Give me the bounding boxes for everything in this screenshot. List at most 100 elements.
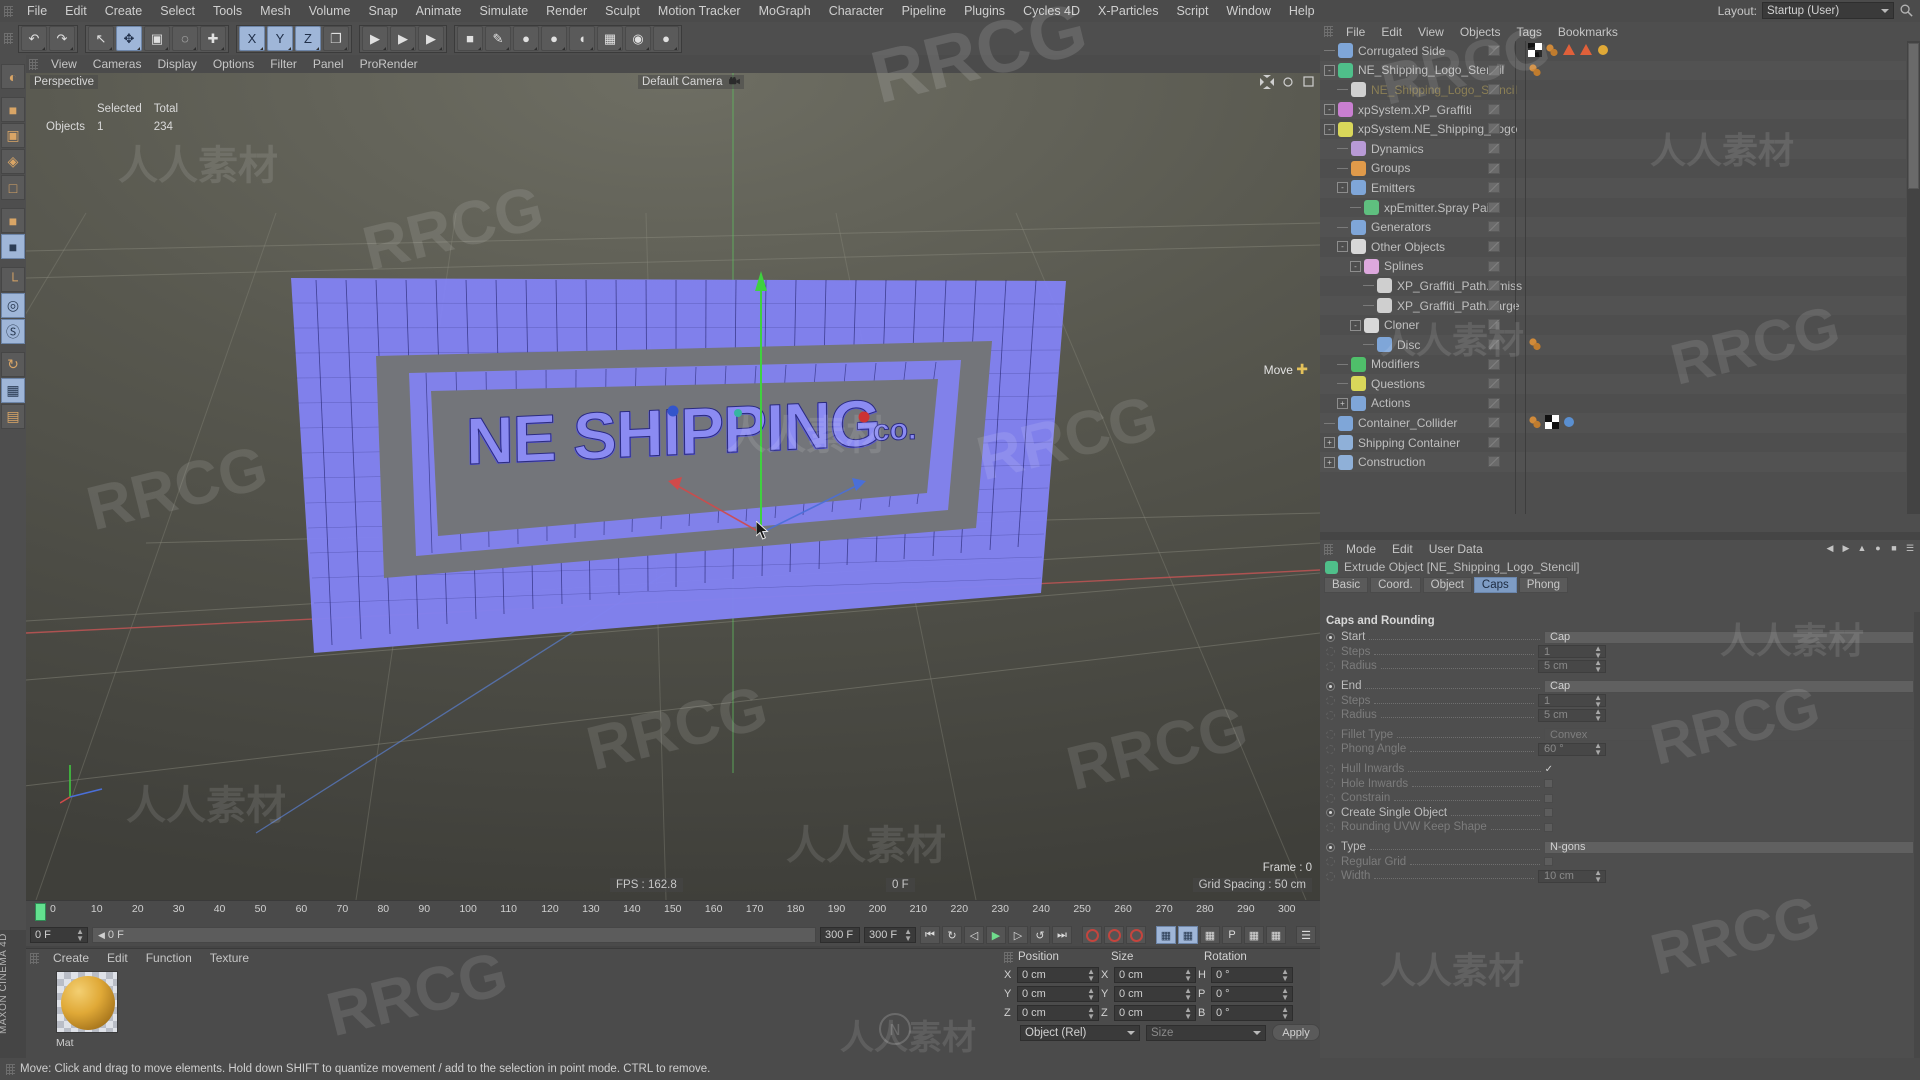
size-y-field[interactable]: 0 cm ▲ ▼ [1114, 985, 1196, 1002]
nav-up-icon[interactable]: ▲ [1856, 542, 1868, 554]
scrollbar-thumb[interactable] [1908, 43, 1919, 189]
size-mode-combo[interactable]: Size [1146, 1024, 1266, 1041]
deformer-tag[interactable] [1562, 43, 1576, 57]
array-icon[interactable]: ● [541, 26, 567, 51]
viewport-menu-item-options[interactable]: Options [205, 56, 262, 72]
spinner-icon[interactable]: ▲ ▼ [904, 928, 912, 943]
size-z-field[interactable]: 0 cm ▲ ▼ [1114, 1004, 1196, 1021]
viewport-menu-item-filter[interactable]: Filter [262, 56, 305, 72]
object-row[interactable]: + Actions [1320, 394, 1906, 414]
object-editor-visibility-toggle[interactable] [1488, 162, 1500, 174]
material-swatch[interactable] [56, 971, 118, 1033]
y-axis-icon[interactable]: Y [267, 26, 293, 51]
xpresso-tag[interactable] [1545, 43, 1559, 57]
menu-item-file[interactable]: File [18, 2, 56, 20]
dropdown-corner-icon[interactable] [260, 47, 263, 50]
material-tag[interactable] [1596, 43, 1610, 57]
dropdown-corner-icon[interactable] [478, 47, 481, 50]
object-editor-visibility-toggle[interactable] [1488, 103, 1500, 115]
viewport-menu-item-display[interactable]: Display [149, 56, 204, 72]
attribute-tab-caps[interactable]: Caps [1473, 576, 1517, 593]
spinner-icon[interactable]: ▲ ▼ [76, 928, 84, 943]
param-animate-dot-phong-angle[interactable] [1326, 744, 1335, 754]
object-row[interactable]: Disc [1320, 334, 1906, 355]
spinner-icon[interactable]: ▲ ▼ [1281, 967, 1289, 982]
object-editor-visibility-toggle[interactable] [1488, 45, 1500, 56]
param-number-steps[interactable]: 1 ▲ ▼ [1538, 693, 1606, 708]
material-menu-item-function[interactable]: Function [137, 950, 201, 966]
tree-expander-icon[interactable]: + [1337, 397, 1348, 409]
xpresso-tag[interactable] [1528, 337, 1542, 351]
param-animate-dot-start[interactable] [1326, 632, 1335, 642]
object-menu-item-tags[interactable]: Tags [1509, 24, 1550, 40]
dropdown-corner-icon[interactable] [590, 47, 593, 50]
viewport-navigation-icons[interactable] [1260, 75, 1314, 89]
param-animate-dot-create-single-object[interactable] [1326, 808, 1335, 818]
material-menu-item-edit[interactable]: Edit [98, 950, 137, 966]
live-selection-icon[interactable]: ↖ [88, 26, 114, 51]
param-check-rounding-uvw-keep-shape[interactable] [1544, 822, 1553, 832]
go-to-end-icon[interactable]: ⏭ [1052, 926, 1072, 944]
menu-item-simulate[interactable]: Simulate [471, 2, 538, 20]
menu-item-cycles-4d[interactable]: Cycles 4D [1014, 2, 1089, 20]
object-manager-scrollbar[interactable] [1907, 41, 1920, 514]
viewport-menu-item-cameras[interactable]: Cameras [85, 56, 150, 72]
dropdown-corner-icon[interactable] [411, 47, 414, 50]
menu-item-mesh[interactable]: Mesh [251, 2, 300, 20]
param-animate-dot-regular-grid[interactable] [1326, 857, 1335, 867]
menu-item-volume[interactable]: Volume [300, 2, 360, 20]
rotation-p-field[interactable]: 0 ° ▲ ▼ [1211, 985, 1293, 1002]
record-scale-icon[interactable]: ▦ [1178, 926, 1198, 944]
step-back-icon[interactable]: ◁ [964, 926, 984, 944]
viewport-menu-item-view[interactable]: View [43, 56, 85, 72]
object-menu-item-file[interactable]: File [1338, 24, 1373, 40]
edges-mode-icon[interactable]: □ [1, 175, 25, 200]
record-points-icon[interactable]: ▦ [1244, 926, 1264, 944]
object-editor-visibility-toggle[interactable] [1488, 260, 1500, 272]
spinner-icon[interactable]: ▲ ▼ [1594, 708, 1602, 723]
keyframe-tracks-icon[interactable]: ▦ [1266, 926, 1286, 944]
param-check-hull-inwards[interactable]: ✓ [1545, 764, 1553, 774]
render-settings-icon[interactable]: ▶ [418, 26, 444, 51]
menu-item-snap[interactable]: Snap [359, 2, 406, 20]
rotation-h-field[interactable]: 0 ° ▲ ▼ [1211, 966, 1293, 983]
object-editor-visibility-toggle[interactable] [1488, 319, 1500, 331]
menu-item-pipeline[interactable]: Pipeline [893, 2, 955, 20]
object-tree[interactable]: Corrugated Side - NE_Shipping_Logo_Stencil… [1320, 41, 1906, 514]
record-rotation-icon[interactable]: ▦ [1200, 926, 1220, 944]
menu-item-character[interactable]: Character [820, 2, 893, 20]
preview-end-field[interactable]: 300 F [820, 927, 860, 943]
nav-back-icon[interactable]: ◀ [1824, 542, 1836, 554]
search-icon[interactable] [1899, 3, 1914, 18]
object-editor-visibility-toggle[interactable] [1488, 123, 1500, 135]
dropdown-corner-icon[interactable] [316, 47, 319, 50]
autokeying-icon[interactable] [1104, 926, 1124, 944]
param-check-create-single-object[interactable] [1544, 808, 1553, 818]
spinner-icon[interactable]: ▲ ▼ [1281, 986, 1289, 1001]
rotation-b-field[interactable]: 0 ° ▲ ▼ [1211, 1004, 1293, 1021]
texture-axis-icon[interactable]: ◐ [1, 64, 25, 89]
viewport-menu-item-prorender[interactable]: ProRender [352, 56, 426, 72]
dropdown-corner-icon[interactable] [70, 47, 73, 50]
param-animate-dot-constrain[interactable] [1326, 793, 1335, 803]
spinner-icon[interactable]: ▲ ▼ [1594, 869, 1602, 884]
object-editor-visibility-toggle[interactable] [1488, 201, 1500, 213]
param-number-steps[interactable]: 1 ▲ ▼ [1538, 644, 1606, 659]
menu-item-plugins[interactable]: Plugins [955, 2, 1014, 20]
object-editor-visibility-toggle[interactable] [1488, 280, 1500, 292]
object-editor-visibility-toggle[interactable] [1488, 240, 1500, 252]
param-animate-dot-steps[interactable] [1326, 647, 1335, 657]
timeline-range-bar[interactable]: ◀ 0 F [92, 927, 816, 943]
tree-expander-icon[interactable]: + [1324, 456, 1335, 468]
light-icon[interactable]: ● [653, 26, 679, 51]
toolbar-grip[interactable] [4, 33, 13, 44]
menubar-grip[interactable] [4, 5, 13, 17]
axis-tool-icon[interactable]: ✚ [200, 26, 226, 51]
object-editor-visibility-toggle[interactable] [1488, 299, 1500, 311]
menu-item-tools[interactable]: Tools [204, 2, 251, 20]
attribute-menu-item-mode[interactable]: Mode [1338, 541, 1384, 557]
object-row[interactable]: Groups [1320, 159, 1906, 179]
viewport-menu-item-panel[interactable]: Panel [305, 56, 352, 72]
material-menubar-grip[interactable] [30, 952, 39, 964]
attribute-scrollbar[interactable] [1914, 612, 1920, 1058]
